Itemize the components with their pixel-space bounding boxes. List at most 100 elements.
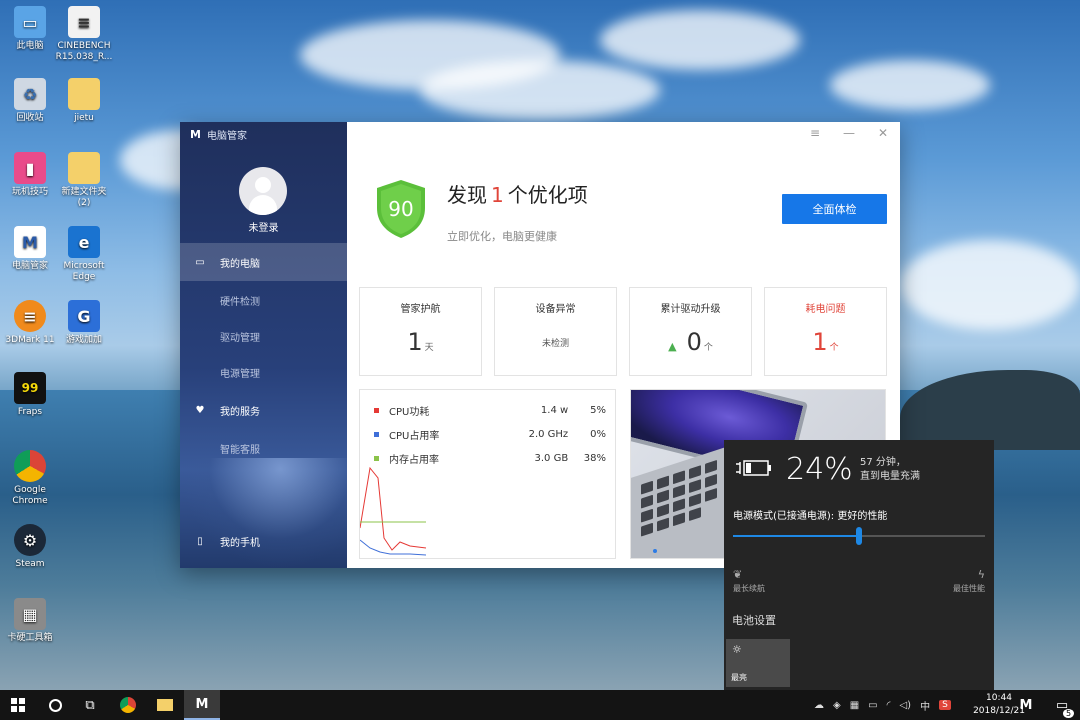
- taskbar-pc-manager-tray[interactable]: M: [1008, 690, 1044, 720]
- carousel-dot[interactable]: [653, 549, 657, 553]
- login-status[interactable]: 未登录: [180, 219, 347, 234]
- desktop-icon-game-plus[interactable]: G 游戏加加: [54, 300, 114, 346]
- desktop-icon-tips[interactable]: ▮ 玩机技巧: [0, 152, 60, 198]
- leaf-icon: ❦: [733, 568, 743, 581]
- sidebar: M 电脑管家 未登录 ▭ 我的电脑 • 硬件检测 • 驱动管理 • 电源管理 ♥…: [180, 122, 347, 568]
- nav-driver-management[interactable]: • 驱动管理: [180, 317, 347, 355]
- desktop-icon-chrome[interactable]: Google Chrome: [0, 450, 60, 507]
- recycle-bin-icon: ♻: [14, 78, 46, 110]
- card-title: 耗电问题: [805, 304, 846, 315]
- cloud: [600, 10, 800, 70]
- card-device-anomaly[interactable]: 设备异常 未检测: [494, 287, 617, 376]
- issue-count: 1: [491, 183, 504, 207]
- card-title: 累计驱动升级: [660, 304, 721, 315]
- desktop-icon-new-folder[interactable]: 新建文件夹 (2): [54, 152, 114, 209]
- power-mode-slider[interactable]: [733, 527, 985, 545]
- cortana-search-button[interactable]: [37, 690, 73, 720]
- steam-icon: ⚙: [14, 524, 46, 556]
- full-scan-button[interactable]: 全面体检: [782, 194, 887, 224]
- cloud: [420, 60, 660, 120]
- system-tray: ☁ ◈ ▦ ▭ ◜ ◁) 中 S: [814, 690, 951, 720]
- card-value: 未检测: [541, 339, 569, 349]
- chrome-icon: [120, 697, 136, 713]
- cloud: [830, 60, 990, 110]
- card-value: ▲ 0 个: [668, 328, 713, 356]
- brightness-tile[interactable]: ☼ 最亮: [726, 639, 790, 687]
- legend-dot: [374, 407, 379, 413]
- nav-my-computer[interactable]: ▭ 我的电脑: [180, 243, 347, 281]
- nav-my-services[interactable]: ♥ 我的服务: [180, 391, 347, 429]
- avatar-head: [255, 177, 271, 193]
- desktop-icon-edge[interactable]: e Microsoft Edge: [54, 226, 114, 283]
- card-title: 管家护航: [400, 304, 441, 315]
- performance-end: ϟ 最佳性能: [953, 568, 985, 593]
- card-power-issues[interactable]: 耗电问题 1个: [764, 287, 887, 376]
- battery-flyout: 24% 57 分钟， 直到电量充满 电源模式(已接通电源): 更好的性能 ❦ 最…: [724, 440, 994, 690]
- performance-stats: CPU功耗 1.4 w 5% CPU占用率 2.0 GHz 0% 内存占用率 3…: [359, 389, 616, 559]
- legend-dot: [374, 431, 379, 437]
- taskbar-pc-manager[interactable]: M: [184, 690, 220, 720]
- nav-label: 智能客服: [220, 444, 260, 456]
- wechat-icon[interactable]: ☁: [814, 700, 824, 711]
- desktop-icon-recycle-bin[interactable]: ♻ 回收站: [0, 78, 60, 124]
- window-controls: ≡ — ✕: [808, 126, 890, 140]
- desktop-icon-jietu[interactable]: jietu: [54, 78, 114, 124]
- network-icon[interactable]: ▦: [850, 700, 859, 711]
- toolbox-icon: ▦: [14, 598, 46, 630]
- card-value: 1天: [407, 328, 434, 356]
- wifi-icon[interactable]: ◜: [887, 700, 891, 711]
- desktop-icon-pc-manager[interactable]: M 电脑管家: [0, 226, 60, 272]
- pc-manager-icon: M: [195, 696, 209, 712]
- notification-icon: ▭ 5: [1056, 698, 1075, 718]
- nav-hardware-check[interactable]: • 硬件检测: [180, 281, 347, 319]
- desktop-icon-cinebench[interactable]: ≡ CINEBENCH R15.038_R...: [54, 6, 114, 63]
- start-button[interactable]: [0, 690, 36, 720]
- pc-manager-icon: M: [14, 226, 46, 258]
- ime-indicator[interactable]: 中: [920, 698, 930, 713]
- nav-power-management[interactable]: • 电源管理: [180, 353, 347, 391]
- menu-icon[interactable]: ≡: [808, 126, 822, 140]
- battery-charging-icon: [736, 460, 771, 476]
- laptop-icon: ▭: [195, 256, 205, 268]
- volume-icon[interactable]: ◁): [899, 700, 911, 711]
- folder-icon: [68, 152, 100, 184]
- taskbar: ⧉ M ☁ ◈ ▦ ▭ ◜ ◁) 中 S 10:44 2018/12/21 M …: [0, 690, 1080, 720]
- cpu-power-line: [360, 466, 427, 551]
- phone-icon: ▯: [197, 535, 203, 547]
- battery-settings-link[interactable]: 电池设置: [732, 612, 776, 628]
- security-icon[interactable]: ◈: [833, 700, 841, 711]
- windows-logo-icon: [11, 698, 25, 712]
- close-icon[interactable]: ✕: [876, 126, 890, 140]
- desktop-icon-fraps[interactable]: 99 Fraps: [0, 372, 60, 418]
- action-center-button[interactable]: ▭ 5: [1044, 690, 1080, 720]
- avatar[interactable]: [239, 167, 287, 215]
- tray-battery-icon[interactable]: ▭: [868, 700, 877, 711]
- minimize-icon[interactable]: —: [842, 126, 856, 140]
- taskbar-file-explorer[interactable]: [147, 690, 183, 720]
- task-view-button[interactable]: ⧉: [72, 690, 108, 720]
- search-circle-icon: [48, 698, 62, 712]
- heart-icon: ♥: [195, 404, 205, 416]
- desktop-icon-toolbox[interactable]: ▦ 卡硬工具箱: [0, 598, 60, 644]
- card-driver-upgrades[interactable]: 累计驱动升级 ▲ 0 个: [629, 287, 752, 376]
- subline: 立即优化，电脑更健康: [447, 230, 557, 243]
- battery-time: 57 分钟， 直到电量充满: [860, 457, 920, 482]
- desktop-icon-this-pc[interactable]: ▭ 此电脑: [0, 6, 60, 52]
- shield-score-icon: 90: [377, 180, 425, 238]
- nav-label: 电源管理: [220, 368, 260, 380]
- sogou-icon[interactable]: S: [939, 700, 951, 710]
- slider-fill: [733, 535, 859, 537]
- cpu-usage-line: [360, 539, 427, 556]
- desktop-icon-3dmark[interactable]: ≡ 3DMark 11: [0, 300, 60, 346]
- taskbar-chrome[interactable]: [110, 690, 146, 720]
- computer-icon: ▭: [14, 6, 46, 38]
- edge-icon: e: [68, 226, 100, 258]
- card-title: 设备异常: [535, 304, 576, 315]
- file-icon: ≡: [68, 6, 100, 38]
- card-guard-days[interactable]: 管家护航 1天: [359, 287, 482, 376]
- nav-label: 驱动管理: [220, 332, 260, 344]
- pc-manager-icon: M: [1019, 697, 1033, 713]
- nav-my-phone[interactable]: ▯ 我的手机: [180, 522, 347, 560]
- desktop-icon-steam[interactable]: ⚙ Steam: [0, 524, 60, 570]
- slider-thumb[interactable]: [856, 527, 862, 545]
